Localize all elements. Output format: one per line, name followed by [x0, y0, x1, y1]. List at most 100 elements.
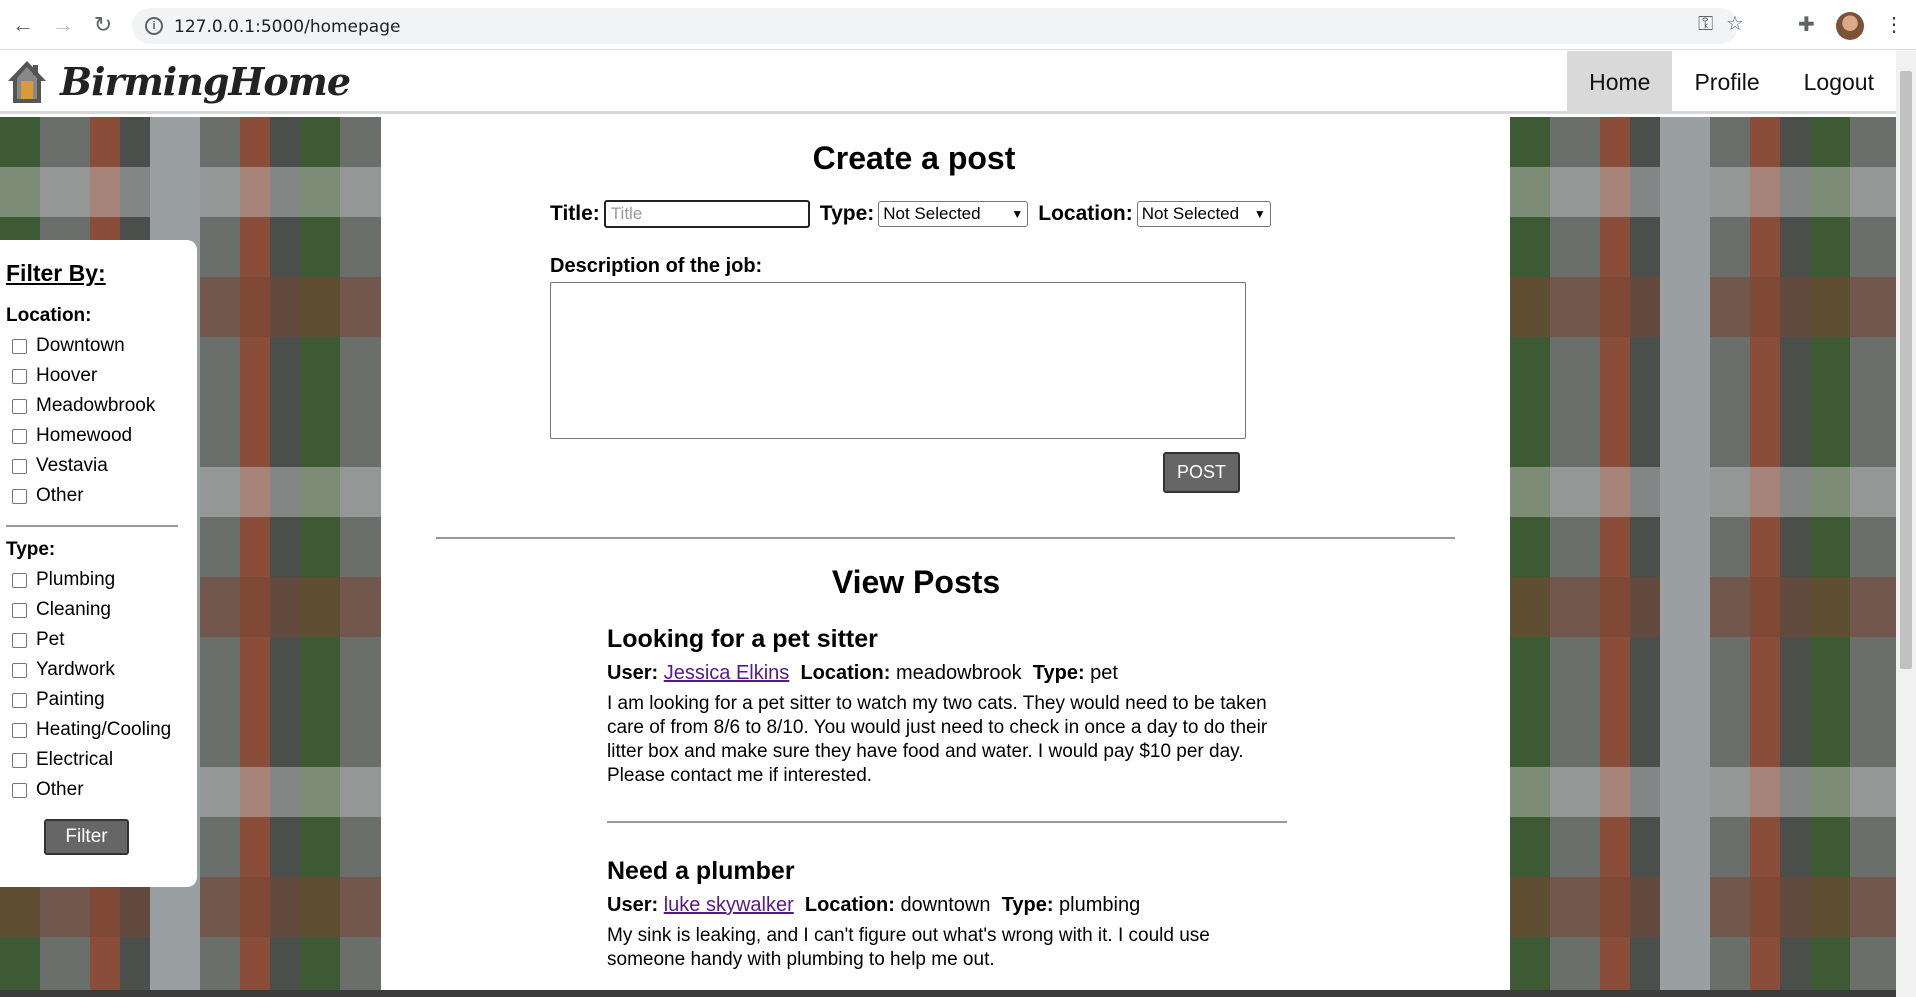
checkbox[interactable]	[12, 662, 27, 678]
site-header: BirmingHome Home Profile Logout	[0, 51, 1896, 114]
post-user-link[interactable]: luke skywalker	[664, 894, 794, 916]
option-label: Vestavia	[36, 455, 108, 476]
filter-type-yardwork[interactable]: Yardwork	[6, 655, 197, 685]
filter-location-label: Location:	[6, 305, 92, 326]
location-label: Location:	[800, 662, 891, 684]
bottom-edge	[0, 990, 1896, 997]
checkbox[interactable]	[12, 398, 27, 414]
filter-location-vestavia[interactable]: Vestavia	[6, 451, 197, 481]
house-logo-icon[interactable]	[6, 59, 48, 105]
type-select[interactable]: Not Selected ▼	[878, 201, 1029, 227]
option-label: Downtown	[36, 335, 125, 356]
filter-panel: Filter By: Location: Downtown Hoover Mea…	[0, 240, 197, 887]
type-label: Type:	[819, 202, 875, 225]
option-label: Yardwork	[36, 659, 115, 680]
filter-location-homewood[interactable]: Homewood	[6, 421, 197, 451]
title-label: Title:	[550, 202, 600, 225]
brand-name[interactable]: BirmingHome	[60, 59, 351, 104]
filter-type-heating-cooling[interactable]: Heating/Cooling	[6, 715, 197, 745]
post-meta: User: luke skywalker Location: downtown …	[607, 894, 1287, 917]
filter-location-meadowbrook[interactable]: Meadowbrook	[6, 391, 197, 421]
option-label: Meadowbrook	[36, 395, 156, 416]
key-icon[interactable]: ⚿	[1698, 12, 1713, 36]
type-label: Type:	[1032, 662, 1085, 684]
post-title: Looking for a pet sitter	[607, 625, 878, 653]
filter-type-pet[interactable]: Pet	[6, 625, 197, 655]
page-scrollbar[interactable]	[1896, 51, 1916, 997]
option-label: Plumbing	[36, 569, 116, 590]
extensions-icon[interactable]: ✚	[1798, 13, 1815, 37]
checkbox[interactable]	[12, 782, 27, 798]
nav-profile[interactable]: Profile	[1672, 51, 1781, 114]
filter-type-plumbing[interactable]: Plumbing	[6, 565, 197, 595]
option-label: Hoover	[36, 365, 98, 386]
post-user-link[interactable]: Jessica Elkins	[664, 662, 790, 684]
checkbox[interactable]	[12, 752, 27, 768]
option-label: Cleaning	[36, 599, 111, 620]
post-type: pet	[1090, 662, 1118, 684]
checkbox[interactable]	[12, 572, 27, 588]
profile-avatar[interactable]	[1836, 12, 1864, 40]
checkbox[interactable]	[12, 692, 27, 708]
option-label: Painting	[36, 689, 105, 710]
reload-icon[interactable]: ↻	[90, 12, 116, 38]
filter-button[interactable]: Filter	[44, 819, 129, 855]
section-divider	[436, 537, 1455, 539]
option-label: Homewood	[36, 425, 133, 446]
filter-type-label: Type:	[6, 539, 56, 560]
star-icon[interactable]: ☆	[1726, 12, 1744, 36]
checkbox[interactable]	[12, 368, 27, 384]
checkbox[interactable]	[12, 488, 27, 504]
url-text[interactable]: 127.0.0.1:5000/homepage	[174, 17, 400, 37]
post-body: I am looking for a pet sitter to watch m…	[607, 693, 1268, 786]
option-label: Electrical	[36, 749, 114, 770]
checkbox[interactable]	[12, 458, 27, 474]
location-select[interactable]: Not Selected ▼	[1136, 201, 1271, 227]
location-select-value: Not Selected	[1141, 204, 1240, 223]
filter-location-downtown[interactable]: Downtown	[6, 331, 197, 361]
option-label: Other	[36, 779, 84, 800]
chevron-down-icon: ▼	[1253, 207, 1266, 221]
filter-type-other[interactable]: Other	[6, 775, 197, 805]
option-label: Pet	[36, 629, 65, 650]
nav-home[interactable]: Home	[1567, 51, 1673, 114]
user-label: User:	[607, 662, 659, 684]
main-content: Create a post Title: Title Type: Not Sel…	[381, 117, 1510, 997]
filter-type-electrical[interactable]: Electrical	[6, 745, 197, 775]
chevron-down-icon: ▼	[1011, 207, 1024, 221]
scrollbar-thumb[interactable]	[1900, 71, 1912, 669]
filter-type-painting[interactable]: Painting	[6, 685, 197, 715]
option-label: Other	[36, 485, 84, 506]
post-divider	[607, 821, 1287, 823]
post-item: Looking for a pet sitter User: Jessica E…	[607, 625, 1287, 823]
checkbox[interactable]	[12, 632, 27, 648]
view-posts-heading: View Posts	[831, 564, 1001, 600]
title-input[interactable]: Title	[603, 200, 810, 228]
post-meta: User: Jessica Elkins Location: meadowbro…	[607, 662, 1287, 685]
post-button[interactable]: POST	[1163, 452, 1240, 493]
post-location: downtown	[900, 894, 991, 916]
filter-location-other[interactable]: Other	[6, 481, 197, 511]
description-textarea[interactable]	[550, 282, 1246, 439]
filter-type-cleaning[interactable]: Cleaning	[6, 595, 197, 625]
type-label: Type:	[1001, 894, 1054, 916]
checkbox[interactable]	[12, 338, 27, 354]
back-icon[interactable]: ←	[10, 12, 36, 38]
location-label: Location:	[1038, 202, 1133, 225]
checkbox[interactable]	[12, 428, 27, 444]
filter-location-hoover[interactable]: Hoover	[6, 361, 197, 391]
checkbox[interactable]	[12, 722, 27, 738]
site-info-icon[interactable]: i	[145, 17, 163, 35]
post-title: Need a plumber	[607, 857, 795, 885]
nav-logout[interactable]: Logout	[1782, 51, 1896, 114]
main-nav: Home Profile Logout	[1567, 51, 1896, 114]
post-item: Need a plumber User: luke skywalker Loca…	[607, 857, 1287, 972]
location-label: Location:	[804, 894, 895, 916]
checkbox[interactable]	[12, 602, 27, 618]
post-body: My sink is leaking, and I can't figure o…	[607, 925, 1210, 970]
background-image-right	[1510, 117, 1896, 997]
create-post-heading: Create a post	[812, 140, 1016, 176]
menu-icon[interactable]: ⋮	[1884, 13, 1904, 37]
address-bar[interactable]: i 127.0.0.1:5000/homepage ⚿ ☆	[132, 8, 1744, 44]
forward-icon[interactable]: →	[50, 12, 76, 38]
